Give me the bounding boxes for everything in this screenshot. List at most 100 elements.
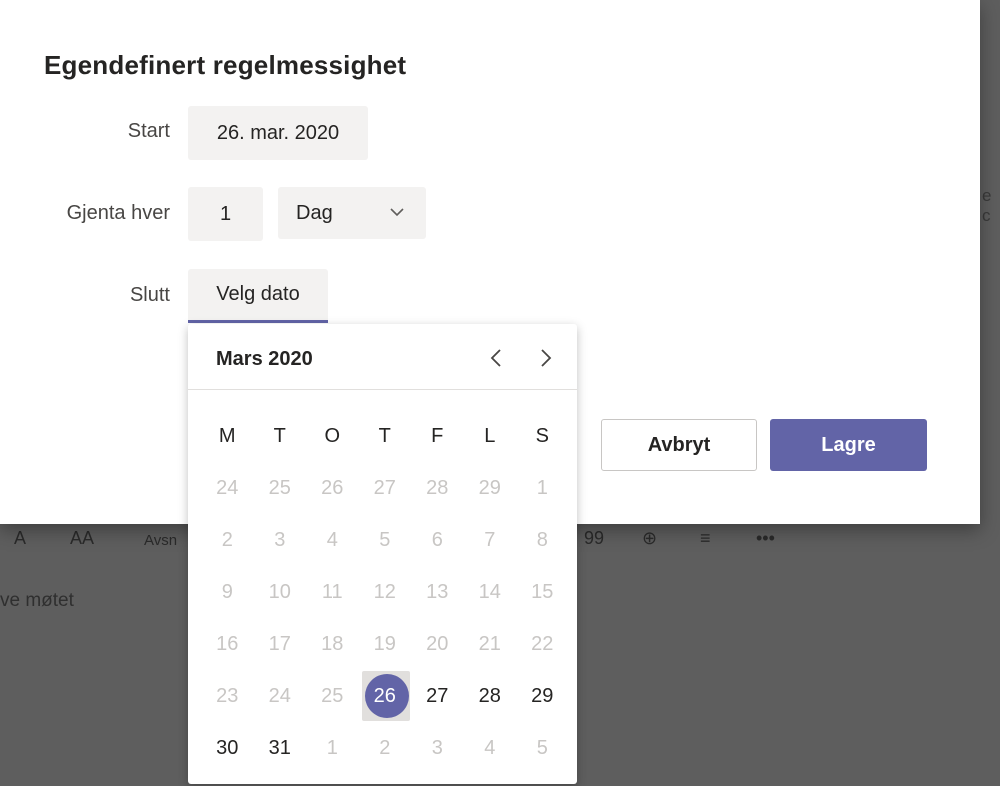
weekday-header: T — [378, 424, 391, 447]
calendar-day[interactable]: 9 — [201, 566, 254, 618]
calendar-day-number: 12 — [373, 580, 396, 603]
calendar-day-number: 28 — [478, 684, 501, 707]
calendar-day-number: 1 — [326, 736, 338, 759]
start-date-field[interactable]: 26. mar. 2020 — [188, 106, 368, 160]
calendar-day-number: 27 — [426, 684, 449, 707]
calendar-day[interactable]: 10 — [254, 566, 307, 618]
calendar-day[interactable]: 11 — [306, 566, 359, 618]
calendar-day[interactable]: 3 — [254, 514, 307, 566]
calendar-day[interactable]: 5 — [516, 722, 569, 774]
repeat-unit-value: Dag — [296, 201, 333, 224]
end-date-field[interactable]: Velg dato — [188, 269, 328, 323]
end-label: Slutt — [129, 284, 170, 306]
calendar-day[interactable]: 20 — [411, 618, 464, 670]
calendar-day-number: 4 — [484, 736, 496, 759]
calendar-day-number: 8 — [536, 528, 548, 551]
calendar-day[interactable]: 22 — [516, 618, 569, 670]
link-icon: ⊕ — [642, 528, 658, 548]
calendar-day[interactable]: 21 — [464, 618, 517, 670]
calendar-day-number: 17 — [268, 632, 291, 655]
repeat-count-value: 1 — [219, 202, 232, 225]
calendar-day-number: 31 — [268, 736, 291, 759]
save-button[interactable]: Lagre — [770, 419, 927, 471]
weekday-header-row: MTOTFLS — [201, 410, 569, 462]
calendar-day[interactable]: 5 — [359, 514, 412, 566]
calendar-week-row: 23 24 25 26 27 28 29 — [201, 670, 569, 722]
calendar-week-row: 9 10 11 12 13 14 15 — [201, 566, 569, 618]
calendar-day-number: 21 — [478, 632, 501, 655]
calendar-day-number: 11 — [321, 580, 343, 603]
calendar-day[interactable]: 27 — [359, 462, 412, 514]
calendar-day-selected[interactable]: 26 — [359, 670, 412, 722]
quote-icon: 99 — [584, 528, 605, 548]
calendar-day[interactable]: 1 — [306, 722, 359, 774]
calendar-day-number: 1 — [536, 476, 548, 499]
calendar-day[interactable]: 7 — [464, 514, 517, 566]
more-options-icon: ••• — [756, 528, 775, 548]
calendar-day[interactable]: 3 — [411, 722, 464, 774]
calendar-day[interactable]: 19 — [359, 618, 412, 670]
calendar-day-number: 28 — [426, 476, 449, 499]
calendar-day[interactable]: 4 — [306, 514, 359, 566]
calendar-day-number: 5 — [536, 736, 548, 759]
calendar-day[interactable]: 2 — [359, 722, 412, 774]
start-label: Start — [127, 120, 170, 142]
chevron-down-icon — [388, 203, 406, 227]
weekday-header: L — [484, 424, 496, 447]
calendar-day-number: 16 — [216, 632, 239, 655]
calendar-day[interactable]: 13 — [411, 566, 464, 618]
calendar-day-number: 14 — [478, 580, 501, 603]
calendar-day[interactable]: 24 — [254, 670, 307, 722]
repeat-unit-dropdown[interactable]: Dag — [278, 187, 426, 239]
previous-month-icon[interactable] — [485, 346, 509, 370]
weekday-header: S — [535, 424, 549, 447]
calendar-day[interactable]: 16 — [201, 618, 254, 670]
calendar-day[interactable]: 30 — [201, 722, 254, 774]
calendar-day[interactable]: 23 — [201, 670, 254, 722]
calendar-header: Mars 2020 — [188, 324, 577, 390]
calendar-day[interactable]: 26 — [306, 462, 359, 514]
calendar-day-number: 25 — [321, 684, 344, 707]
calendar-day[interactable]: 28 — [464, 670, 517, 722]
calendar-day-number: 10 — [268, 580, 291, 603]
calendar-day-number: 5 — [379, 528, 391, 551]
repeat-count-input[interactable]: 1 — [188, 187, 263, 241]
calendar-day[interactable]: 28 — [411, 462, 464, 514]
next-month-icon[interactable] — [533, 346, 557, 370]
cancel-button[interactable]: Avbryt — [601, 419, 757, 471]
calendar-day[interactable]: 15 — [516, 566, 569, 618]
calendar-week-row: 30 31 1 2 3 4 5 — [201, 722, 569, 774]
calendar-day-number: 24 — [216, 476, 239, 499]
calendar-day[interactable]: 6 — [411, 514, 464, 566]
calendar-day[interactable]: 29 — [516, 670, 569, 722]
calendar-day[interactable]: 18 — [306, 618, 359, 670]
calendar-day[interactable]: 29 — [464, 462, 517, 514]
calendar-day[interactable]: 1 — [516, 462, 569, 514]
calendar-week-row: 24 25 26 27 28 29 1 — [201, 462, 569, 514]
calendar-day-number: 30 — [216, 736, 239, 759]
calendar-day-number: 6 — [431, 528, 443, 551]
weekday-header: T — [273, 424, 286, 447]
calendar-day-number: 20 — [426, 632, 449, 655]
start-date-value: 26. mar. 2020 — [216, 121, 340, 144]
calendar-day[interactable]: 27 — [411, 670, 464, 722]
calendar-day-number: 25 — [268, 476, 291, 499]
calendar-day-number: 3 — [431, 736, 443, 759]
date-picker-calendar: Mars 2020 MTOTFLS 24 25 26 27 28 29 1 2 3 4 5 6 7 8 9 1… — [188, 324, 577, 784]
calendar-day[interactable]: 24 — [201, 462, 254, 514]
background-partial-text: e c — [982, 186, 992, 225]
calendar-day[interactable]: 17 — [254, 618, 307, 670]
calendar-day[interactable]: 12 — [359, 566, 412, 618]
calendar-day[interactable]: 8 — [516, 514, 569, 566]
calendar-day[interactable]: 14 — [464, 566, 517, 618]
calendar-day[interactable]: 4 — [464, 722, 517, 774]
calendar-day[interactable]: 2 — [201, 514, 254, 566]
calendar-day[interactable]: 25 — [306, 670, 359, 722]
calendar-day[interactable]: 31 — [254, 722, 307, 774]
calendar-day-number: 23 — [216, 684, 239, 707]
weekday-header: M — [218, 424, 236, 447]
calendar-day-number: 27 — [373, 476, 396, 499]
calendar-day[interactable]: 25 — [254, 462, 307, 514]
calendar-day-number: 19 — [373, 632, 396, 655]
background-meeting-text: ve møtet — [0, 590, 74, 611]
